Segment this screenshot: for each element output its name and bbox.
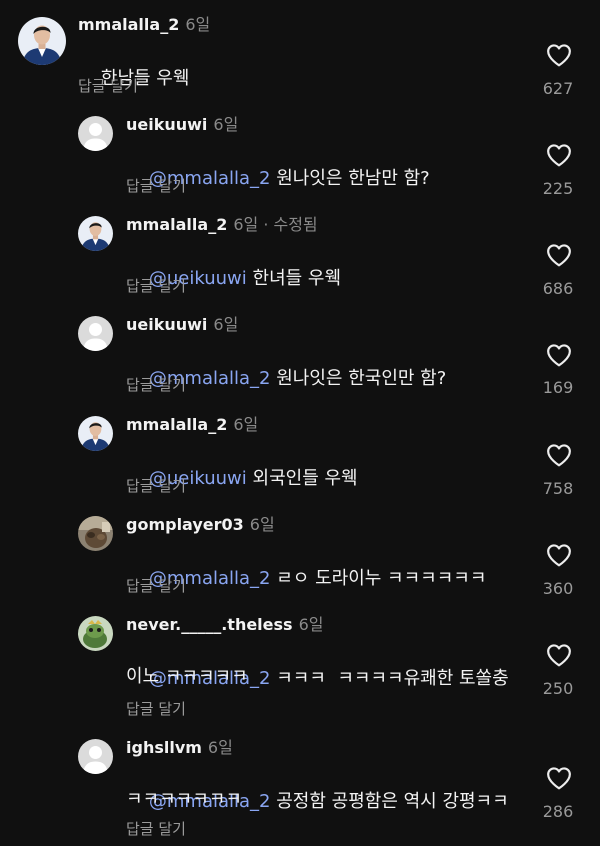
reply-button[interactable]: 답글 달기 [126,576,186,596]
heart-icon[interactable] [546,143,572,167]
reply-button[interactable]: 답글 달기 [126,176,186,196]
comment-body: 외국인들 우웩 [246,468,358,489]
comment-body: 한녀들 우웩 [246,268,342,289]
like-count: 758 [542,479,574,498]
like-count: 686 [542,279,574,298]
avatar[interactable] [78,116,113,151]
comment-text-continued: 이노 ㅋㅋㅋㅋㅋ [126,666,248,687]
avatar[interactable] [78,416,113,451]
username[interactable]: mmalalla_2 [78,15,179,34]
avatar[interactable] [18,17,66,65]
like-count: 225 [542,179,574,198]
comment-body: 원나잇은 한국인만 함? [270,368,447,389]
comment-text-continued: ㅋㅋㅋㅋㅋㅋㅋ [126,789,242,810]
username[interactable]: mmalalla_2 [126,415,227,434]
like-count: 286 [542,802,574,821]
like-count: 627 [542,79,574,98]
heart-icon[interactable] [546,543,572,567]
like-count: 250 [542,679,574,698]
heart-icon[interactable] [546,343,572,367]
avatar[interactable] [78,616,113,651]
heart-icon[interactable] [546,43,572,67]
reply-button[interactable]: 답글 달기 [126,276,186,296]
username[interactable]: gomplayer03 [126,515,244,534]
timestamp: 6일 [233,415,259,434]
edited-label: · 수정됨 [258,215,318,234]
comment-body: 공정함 공평함은 역시 강평ㅋㅋ [270,791,509,812]
timestamp: 6일 [185,15,211,34]
avatar[interactable] [78,316,113,351]
reply-button[interactable]: 답글 달기 [126,375,186,395]
reply-button[interactable]: 답글 달기 [126,476,186,496]
reply-button[interactable]: 답글 달기 [126,699,186,719]
avatar[interactable] [78,216,113,251]
timestamp: 6일 [213,115,239,134]
username[interactable]: ueikuuwi [126,115,207,134]
like-count: 169 [542,378,574,397]
reply-button[interactable]: 답글 달기 [126,819,186,839]
like-count: 360 [542,579,574,598]
heart-icon[interactable] [546,243,572,267]
heart-icon[interactable] [546,643,572,667]
comment-body: ㅋㅋㅋ ㅋㅋㅋㅋ유쾌한 토쏠충 [270,668,509,689]
timestamp: 6일 [207,738,233,757]
heart-icon[interactable] [546,766,572,790]
comment-body: 원나잇은 한남만 함? [270,168,430,189]
reply-button[interactable]: 답글 달기 [78,76,138,96]
username[interactable]: ueikuuwi [126,315,207,334]
username[interactable]: mmalalla_2 [126,215,227,234]
timestamp: 6일 [233,215,259,234]
timestamp: 6일 [249,515,275,534]
avatar[interactable] [78,739,113,774]
timestamp: 6일 [298,615,324,634]
timestamp: 6일 [213,315,239,334]
heart-icon[interactable] [546,443,572,467]
username[interactable]: never._____.theless [126,615,293,634]
comment-body: ㄹㅇ 도라이누 ㅋㅋㅋㅋㅋㅋ [270,568,487,589]
avatar[interactable] [78,516,113,551]
username[interactable]: ighsllvm [126,738,202,757]
